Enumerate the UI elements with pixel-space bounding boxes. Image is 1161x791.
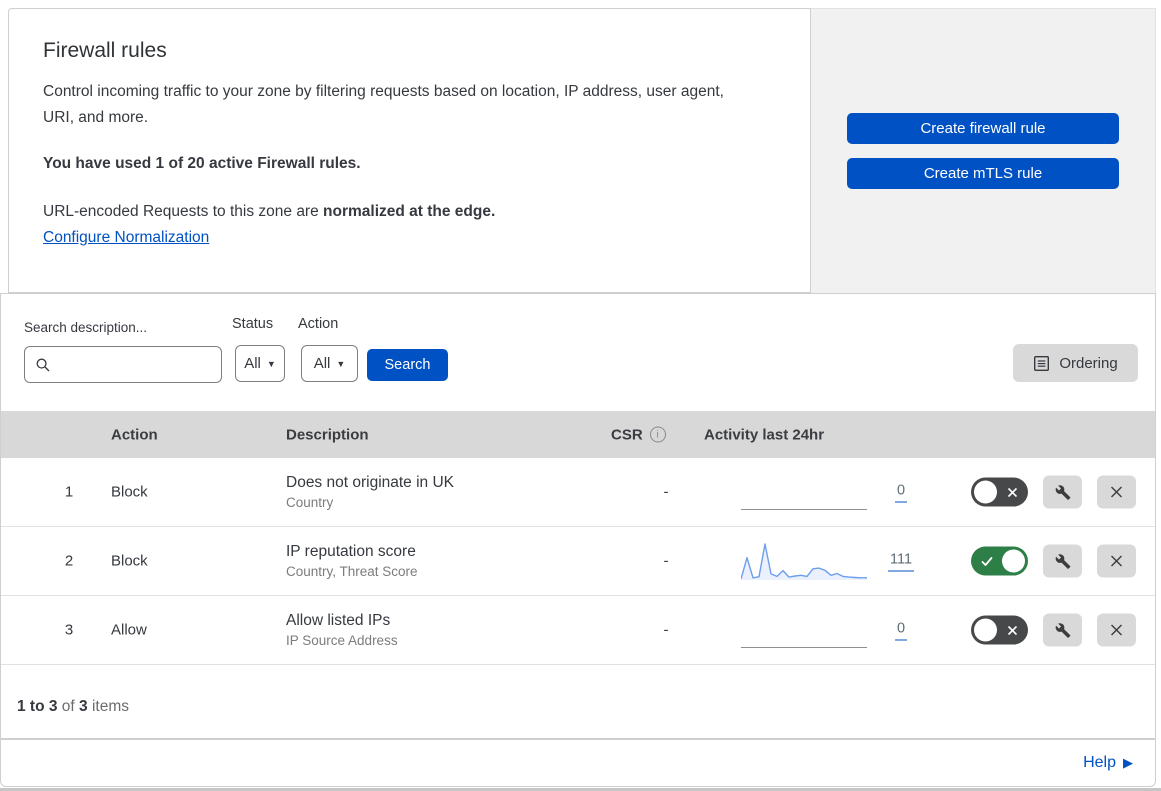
activity-count-link[interactable]: 0 [894, 483, 908, 503]
close-icon [1111, 486, 1122, 498]
table-header: Action Description CSR i Activity last 2… [1, 411, 1155, 458]
toggle-knob [974, 480, 997, 504]
activity-count-link[interactable]: 0 [894, 621, 908, 641]
ordering-list-icon [1034, 355, 1050, 371]
rule-action: Allow [111, 621, 147, 639]
rule-description: Does not originate in UK Country [286, 474, 455, 510]
arrow-right-icon: ▶ [1123, 755, 1133, 770]
table-row: 3 Allow Allow listed IPs IP Source Addre… [1, 596, 1155, 665]
search-description-input[interactable] [57, 349, 207, 380]
rule-action: Block [111, 483, 148, 501]
status-filter-dropdown[interactable]: All ▼ [235, 345, 285, 382]
x-icon [1007, 625, 1018, 635]
firewall-rules-list-card: Search description... Status Action All … [0, 293, 1156, 739]
delete-rule-button[interactable] [1097, 475, 1136, 509]
create-rule-panel: Create firewall rule Create mTLS rule [811, 8, 1156, 293]
close-icon [1111, 624, 1122, 636]
activity-sparkline [740, 543, 867, 580]
chevron-down-icon: ▼ [336, 358, 346, 369]
search-description-input-wrap[interactable] [24, 346, 222, 383]
edit-rule-button[interactable] [1043, 475, 1082, 509]
activity-sparkline-wrap [740, 540, 867, 582]
chevron-down-icon: ▼ [266, 358, 276, 369]
page-description: Control incoming traffic to your zone by… [43, 83, 724, 126]
activity-flatline [741, 609, 867, 651]
activity-flatline [741, 471, 867, 513]
rule-csr-value: - [663, 483, 669, 501]
create-mtls-rule-button[interactable]: Create mTLS rule [847, 158, 1119, 189]
rule-description: Allow listed IPs IP Source Address [286, 612, 398, 648]
delete-rule-button[interactable] [1097, 613, 1136, 647]
delete-rule-button[interactable] [1097, 544, 1136, 578]
close-icon [1111, 555, 1122, 567]
col-description: Description [286, 426, 369, 443]
configure-normalization-link[interactable]: Configure Normalization [43, 229, 209, 247]
toggle-knob [1002, 549, 1025, 573]
rule-priority: 1 [64, 483, 74, 501]
edit-rule-button[interactable] [1043, 613, 1082, 647]
ordering-button[interactable]: Ordering [1013, 344, 1138, 382]
rule-enabled-toggle[interactable] [971, 546, 1028, 576]
help-link[interactable]: Help ▶ [1083, 754, 1133, 772]
rule-csr-value: - [663, 621, 669, 639]
table-row: 1 Block Does not originate in UK Country… [1, 458, 1155, 527]
search-description-label: Search description... [24, 320, 148, 335]
usage-notice: You have used 1 of 20 active Firewall ru… [43, 155, 361, 172]
col-csr: CSR i [611, 426, 666, 443]
table-row: 2 Block IP reputation score Country, Thr… [1, 527, 1155, 596]
rule-action: Block [111, 552, 148, 570]
rule-priority: 2 [64, 552, 74, 570]
rule-enabled-toggle[interactable] [971, 477, 1028, 507]
wrench-icon [1055, 622, 1070, 638]
search-button[interactable]: Search [367, 349, 448, 381]
wrench-icon [1055, 484, 1070, 500]
firewall-intro-card: Firewall rules Control incoming traffic … [8, 8, 811, 293]
activity-count-link[interactable]: 111 [887, 552, 915, 572]
rule-enabled-toggle[interactable] [971, 615, 1028, 645]
help-bar: Help ▶ [0, 739, 1156, 787]
status-filter-label: Status [232, 316, 274, 332]
csr-info-icon[interactable]: i [649, 426, 666, 443]
page-title: Firewall rules [43, 39, 167, 62]
check-icon [981, 556, 993, 566]
x-icon [1007, 487, 1018, 497]
col-action: Action [111, 426, 158, 443]
rule-description: IP reputation score Country, Threat Scor… [286, 543, 418, 579]
normalization-text: URL-encoded Requests to this zone are no… [43, 203, 496, 220]
rule-csr-value: - [663, 552, 669, 570]
rule-priority: 3 [64, 621, 74, 639]
pagination-summary: 1 to 3 of 3 items [17, 698, 129, 715]
search-icon [36, 358, 50, 371]
action-filter-dropdown[interactable]: All ▼ [301, 345, 358, 382]
action-filter-label: Action [298, 316, 339, 332]
col-activity: Activity last 24hr [704, 426, 825, 443]
wrench-icon [1055, 553, 1070, 569]
create-firewall-rule-button[interactable]: Create firewall rule [847, 113, 1119, 144]
edit-rule-button[interactable] [1043, 544, 1082, 578]
toggle-knob [974, 618, 997, 642]
